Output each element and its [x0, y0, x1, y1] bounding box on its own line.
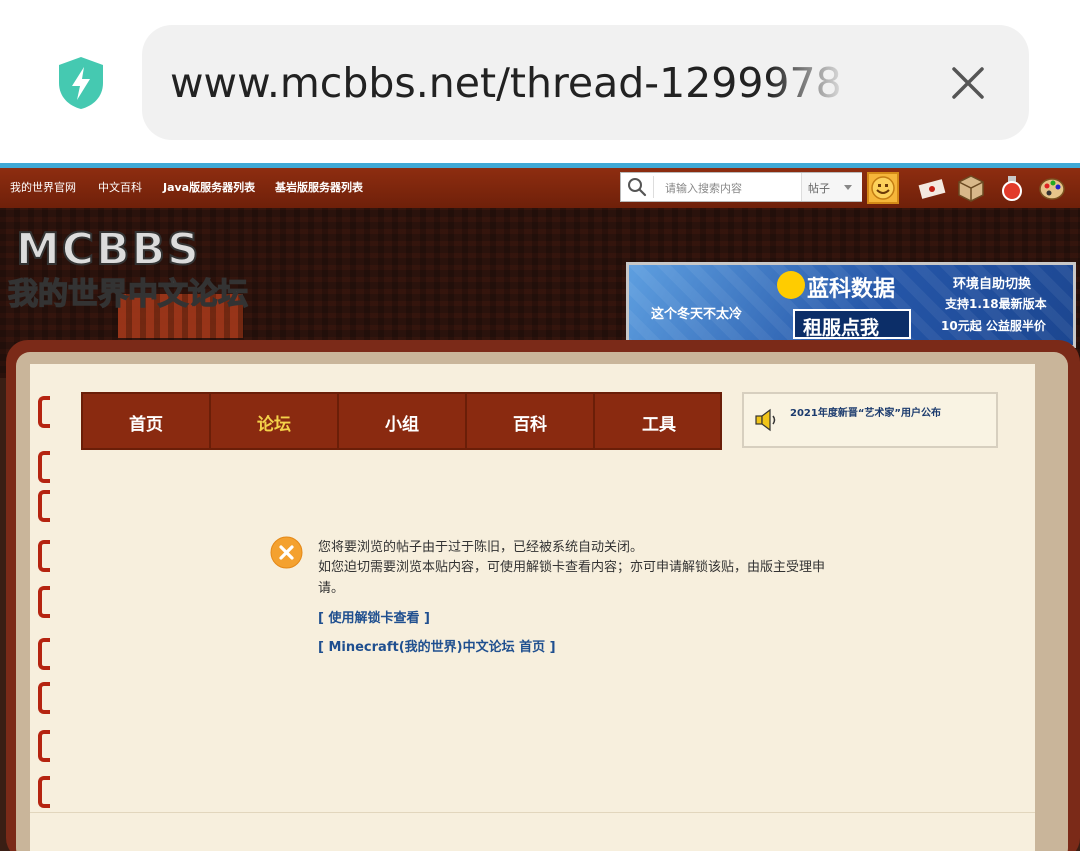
announcement-box: 2021年度新晋“艺术家”用户公布: [742, 392, 998, 448]
binder-ring: [38, 776, 50, 808]
binder-ring: [38, 586, 50, 618]
binder-ring: [38, 638, 50, 670]
tab-groups[interactable]: 小组: [339, 394, 467, 448]
mcbbs-page: 我的世界官网 中文百科 Java版服务器列表 基岩版服务器列表 请输入搜索内容 …: [0, 168, 1080, 851]
closed-thread-hint: 如您迫切需要浏览本贴内容，可使用解锁卡查看内容；亦可申请解锁该贴，由版主受理申请…: [318, 560, 826, 596]
top-nav: 我的世界官网 中文百科 Java版服务器列表 基岩版服务器列表 请输入搜索内容 …: [0, 168, 1080, 208]
tab-label: 工具: [642, 415, 676, 435]
binder-ring: [38, 540, 50, 572]
ad-line-2: 支持1.18最新版本: [945, 297, 1047, 311]
address-bar[interactable]: www.mcbbs.net/thread-1299978: [142, 25, 1029, 140]
binder-ring: [38, 730, 50, 762]
ad-cta-button[interactable]: 租服点我: [793, 309, 911, 339]
palette-icon[interactable]: [1038, 174, 1066, 202]
search-input[interactable]: 请输入搜索内容: [665, 180, 742, 196]
crafting-box-icon[interactable]: [957, 174, 985, 202]
ad-line-1: 环境自助切换: [953, 277, 1032, 292]
binder-ring: [38, 682, 50, 714]
speaker-icon: [755, 408, 776, 432]
shield-bolt-icon[interactable]: [56, 55, 106, 111]
nav-link-bedrock-servers[interactable]: 基岩版服务器列表: [275, 179, 363, 195]
search-icon[interactable]: [627, 177, 647, 197]
search-divider: [653, 176, 654, 198]
ad-line-3: 10元起 公益服半价: [941, 319, 1046, 333]
binder-ring: [38, 490, 50, 522]
site-logo[interactable]: MCBBS 我的世界中文论坛: [6, 222, 266, 312]
main-nav-tabs: 首页 论坛 小组 百科 工具: [81, 392, 722, 450]
logo-cn-text: 我的世界中文论坛: [8, 277, 248, 312]
tab-label: 首页: [129, 415, 163, 435]
tab-label: 百科: [513, 415, 547, 435]
error-icon: [270, 536, 303, 569]
search-scope-value: 帖子: [808, 182, 830, 195]
smiley-icon: [871, 176, 895, 200]
tab-label: 小组: [385, 415, 419, 435]
chevron-down-icon: [844, 185, 852, 190]
ad-banner[interactable]: 这个冬天不太冷 蓝科数据 租服点我 环境自助切换 支持1.18最新版本 10元起…: [626, 262, 1076, 348]
tab-tools[interactable]: 工具: [595, 394, 723, 448]
binder-ring: [38, 396, 50, 428]
ad-slogan: 这个冬天不太冷: [651, 307, 743, 322]
nav-link-wiki[interactable]: 中文百科: [98, 179, 142, 195]
mail-icon[interactable]: [918, 174, 946, 202]
ad-brand: 蓝科数据: [807, 277, 896, 302]
user-avatar[interactable]: [867, 172, 899, 204]
page-divider: [30, 812, 1035, 813]
nav-link-official[interactable]: 我的世界官网: [10, 179, 76, 195]
forum-home-link[interactable]: [ Minecraft(我的世界)中文论坛 首页 ]: [318, 636, 556, 655]
nav-link-java-servers[interactable]: Java版服务器列表: [163, 179, 255, 195]
tab-forum[interactable]: 论坛: [211, 394, 339, 448]
closed-thread-message: 您将要浏览的帖子由于过于陈旧，已经被系统自动关闭。: [318, 540, 644, 555]
logo-mcbbs-text: MCBBS: [16, 224, 201, 275]
announcement-link[interactable]: 2021年度新晋“艺术家”用户公布: [790, 404, 941, 419]
search-scope-select[interactable]: 帖子: [801, 173, 862, 201]
close-icon[interactable]: [948, 63, 988, 103]
tab-home[interactable]: 首页: [83, 394, 211, 448]
unlock-card-link[interactable]: [ 使用解锁卡查看 ]: [318, 607, 430, 626]
tab-label: 论坛: [257, 415, 291, 435]
browser-toolbar: www.mcbbs.net/thread-1299978: [0, 0, 1080, 164]
ad-brand-logo: [777, 271, 805, 299]
binder-ring: [38, 451, 50, 483]
tab-wiki[interactable]: 百科: [467, 394, 595, 448]
potion-icon[interactable]: [998, 174, 1026, 202]
search-box: 请输入搜索内容 帖子: [620, 172, 862, 202]
ad-cta-label: 租服点我: [803, 317, 880, 339]
url-text[interactable]: www.mcbbs.net/thread-1299978: [170, 59, 850, 107]
